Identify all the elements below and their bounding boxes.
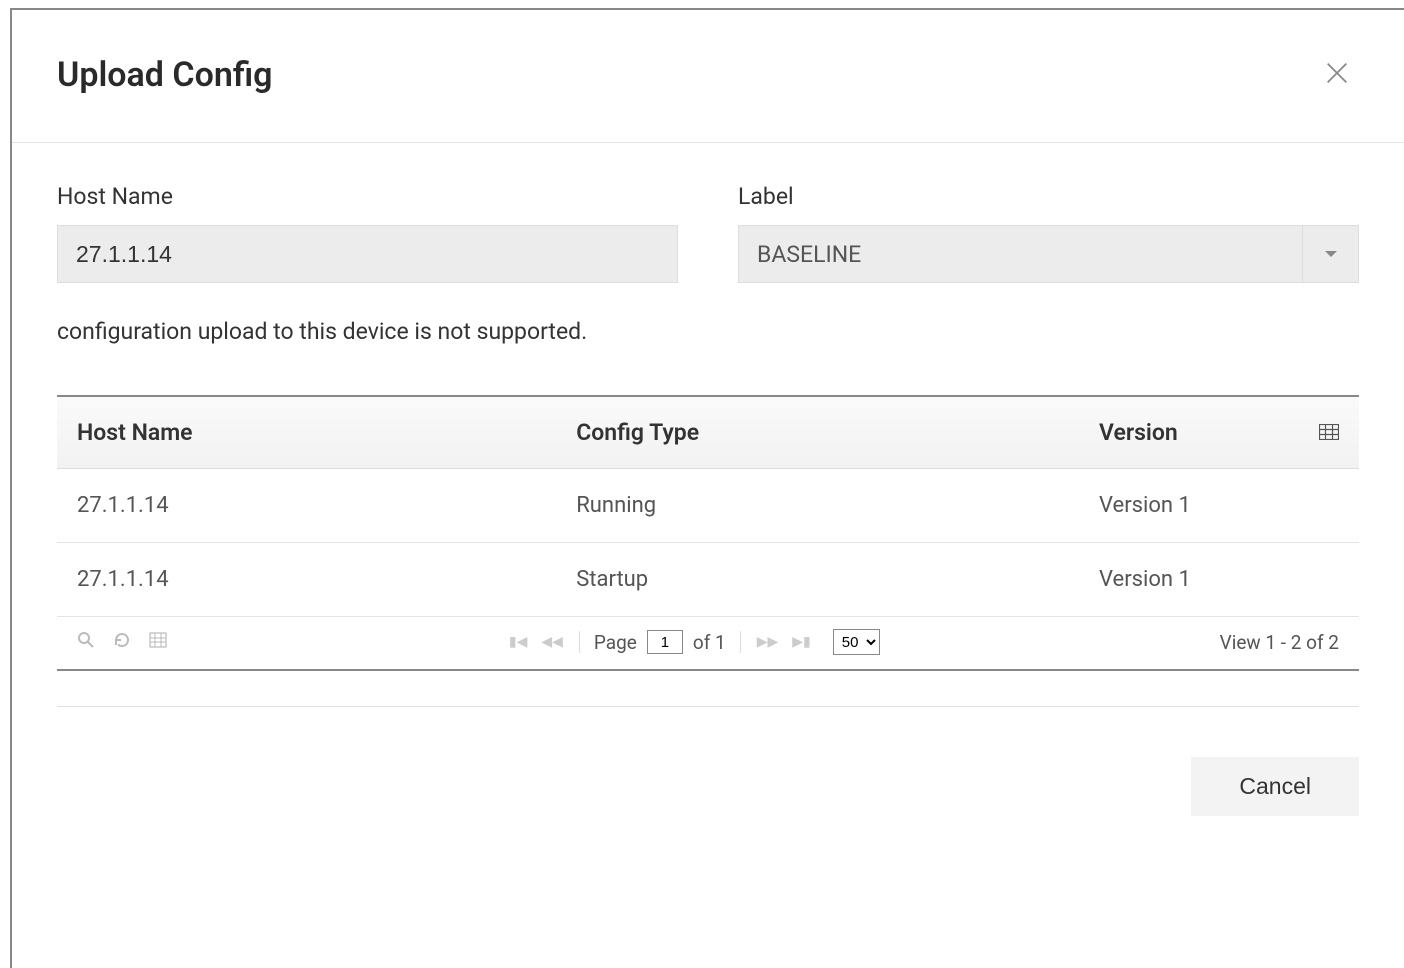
- pagination: ▮◀ ◀◀ Page of 1 ▶▶ ▶▮ 50: [507, 629, 880, 655]
- col-settings[interactable]: [1299, 397, 1359, 469]
- unsupported-message: configuration upload to this device is n…: [57, 318, 1359, 345]
- cell-config-type: Running: [556, 469, 1079, 543]
- cell-version: Version 1: [1079, 469, 1359, 543]
- chevron-down-icon: [1324, 249, 1338, 259]
- hostname-group: Host Name: [57, 183, 678, 283]
- close-icon: [1323, 59, 1351, 87]
- footer-left: [77, 631, 167, 654]
- grid-icon[interactable]: [149, 631, 167, 654]
- label-group: Label BASELINE: [738, 183, 1359, 283]
- page-input[interactable]: [647, 630, 683, 654]
- upload-config-modal: Upload Config Host Name Label BASELINE c…: [10, 8, 1404, 968]
- cell-config-type: Startup: [556, 543, 1079, 617]
- table-row[interactable]: 27.1.1.14 Running Version 1: [57, 469, 1359, 543]
- hostname-input[interactable]: [57, 225, 678, 283]
- cell-hostname: 27.1.1.14: [57, 469, 556, 543]
- form-row: Host Name Label BASELINE: [57, 183, 1359, 283]
- page-label: Page: [594, 631, 637, 654]
- config-table: Host Name Config Type Version 27.1.1.14: [57, 397, 1359, 617]
- divider: [579, 631, 580, 653]
- first-page-button[interactable]: ▮◀: [507, 634, 529, 650]
- last-page-button[interactable]: ▶▮: [790, 634, 812, 650]
- modal-title: Upload Config: [57, 55, 273, 95]
- label-label: Label: [738, 183, 1359, 210]
- table-header-row: Host Name Config Type Version: [57, 397, 1359, 469]
- table-row[interactable]: 27.1.1.14 Startup Version 1: [57, 543, 1359, 617]
- search-icon[interactable]: [77, 631, 95, 654]
- col-hostname[interactable]: Host Name: [57, 397, 556, 469]
- modal-body: Host Name Label BASELINE configuration u…: [12, 143, 1404, 707]
- refresh-icon[interactable]: [113, 631, 131, 654]
- cancel-button[interactable]: Cancel: [1191, 757, 1359, 816]
- cell-version: Version 1: [1079, 543, 1359, 617]
- column-settings-icon: [1319, 419, 1339, 446]
- modal-header: Upload Config: [12, 10, 1404, 143]
- col-config-type[interactable]: Config Type: [556, 397, 1079, 469]
- hostname-label: Host Name: [57, 183, 678, 210]
- col-version[interactable]: Version: [1079, 397, 1299, 469]
- view-range: View 1 - 2 of 2: [1220, 631, 1339, 654]
- of-label: of 1: [693, 631, 726, 654]
- prev-page-button[interactable]: ◀◀: [539, 634, 565, 650]
- label-select-value: BASELINE: [739, 241, 1302, 268]
- next-page-button[interactable]: ▶▶: [755, 634, 781, 650]
- label-select-toggle[interactable]: [1302, 226, 1358, 282]
- per-page-select[interactable]: 50: [833, 629, 880, 655]
- close-button[interactable]: [1315, 51, 1359, 100]
- divider: [740, 631, 741, 653]
- modal-footer: Cancel: [12, 707, 1404, 816]
- table-container: Host Name Config Type Version 27.1.1.14: [57, 395, 1359, 671]
- table-footer: ▮◀ ◀◀ Page of 1 ▶▶ ▶▮ 50 View 1 - 2 of 2: [57, 617, 1359, 671]
- label-select[interactable]: BASELINE: [738, 225, 1359, 283]
- cell-hostname: 27.1.1.14: [57, 543, 556, 617]
